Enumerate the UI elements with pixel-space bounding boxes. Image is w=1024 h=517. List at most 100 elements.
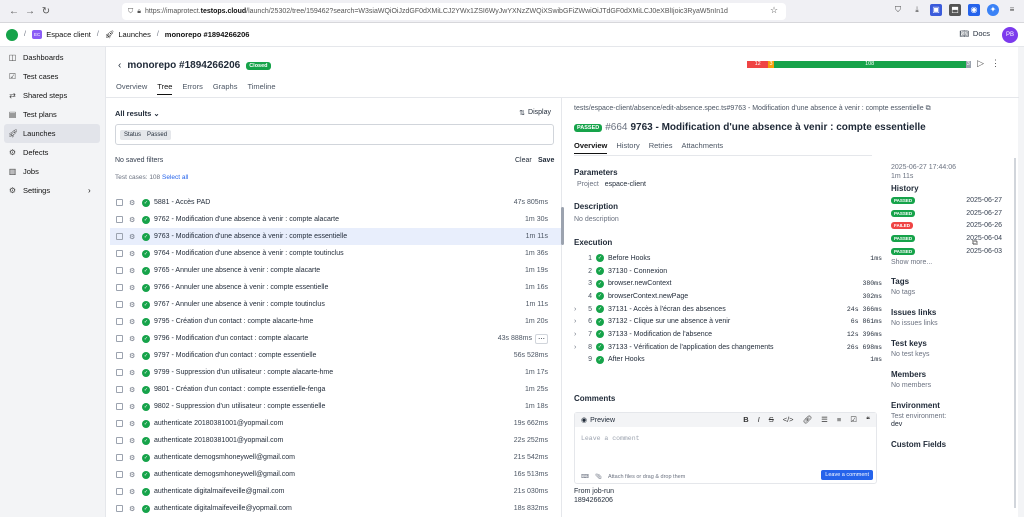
row-checkbox[interactable] xyxy=(116,250,123,257)
table-row[interactable]: ⚙ ✓ 9795 - Création d'un contact : compte … xyxy=(110,313,562,330)
row-checkbox[interactable] xyxy=(116,454,123,461)
filter-chip[interactable]: Status Passed xyxy=(120,129,172,140)
bold-icon[interactable]: B xyxy=(743,415,748,424)
sidebar-item-settings[interactable]: ⚙ Settings › xyxy=(4,181,100,200)
row-checkbox[interactable] xyxy=(116,420,123,427)
row-checkbox[interactable] xyxy=(116,233,123,240)
quote-icon[interactable]: ❝ xyxy=(866,415,870,424)
pocket-icon[interactable]: ⛉ xyxy=(892,4,904,16)
row-checkbox[interactable] xyxy=(116,318,123,325)
tab-errors[interactable]: Errors xyxy=(182,82,202,95)
checklist-icon[interactable]: ☑ xyxy=(850,415,857,424)
table-row[interactable]: ⚙ ✓ authenticate demogsmhoneywell@gmail.co… xyxy=(110,466,562,483)
detail-tab-retries[interactable]: Retries xyxy=(649,141,673,154)
table-row[interactable]: ⚙ ✓ authenticate digitalmaifeveille@gmail.… xyxy=(110,483,562,500)
forward-icon[interactable]: → xyxy=(22,6,38,17)
back-arrow-icon[interactable]: ‹ xyxy=(118,60,121,71)
table-row[interactable]: ⚙ ✓ authenticate 20180381001@yopmail.com 19… xyxy=(110,415,562,432)
sidebar-item-jobs[interactable]: ▥ Jobs xyxy=(4,162,100,181)
rerun-icon[interactable]: ▷ xyxy=(977,58,984,69)
row-checkbox[interactable] xyxy=(116,386,123,393)
display-button[interactable]: ⇅ Display xyxy=(519,109,551,117)
table-row[interactable]: ⚙ ✓ 5881 - Accès PAD 47s 805ms xyxy=(110,194,562,211)
table-row[interactable]: ⚙ ✓ 9802 - Suppression d'un utilisateur : … xyxy=(110,398,562,415)
history-item[interactable]: PASSED 2025-06-27 xyxy=(891,207,1002,220)
expand-arrow-icon[interactable]: › xyxy=(574,344,582,351)
tab-tree[interactable]: Tree xyxy=(157,82,173,95)
leave-comment-button[interactable]: Leave a comment xyxy=(821,470,873,480)
table-row[interactable]: ⚙ ✓ 9797 - Modification d'un contact : com… xyxy=(110,347,562,364)
sidebar-item-launches[interactable]: 🚀︎ Launches xyxy=(4,124,100,143)
reload-icon[interactable]: ↻ xyxy=(38,6,54,17)
paperclip-icon[interactable]: 📎︎ xyxy=(595,474,602,480)
table-row[interactable]: ⚙ ✓ 9801 - Création d'un contact : compte … xyxy=(110,381,562,398)
preview-tab[interactable]: Preview xyxy=(590,417,615,424)
table-row[interactable]: ⚙ ✓ 9767 - Annuler une absence à venir : c… xyxy=(110,296,562,313)
italic-icon[interactable]: I xyxy=(758,415,760,424)
table-row[interactable]: ⚙ ✓ 9764 - Modification d'une absence à ve… xyxy=(110,245,562,262)
table-row[interactable]: ⚙ ✓ authenticate demogsmhoneywell@gmail.co… xyxy=(110,449,562,466)
numbered-list-icon[interactable]: ≡ xyxy=(837,415,841,424)
row-menu-icon[interactable]: ⋯ xyxy=(535,333,548,344)
table-row[interactable]: ⚙ ✓ 9796 - Modification d'un contact : com… xyxy=(110,330,562,347)
copy-icon[interactable]: ⧉ xyxy=(926,105,931,112)
sidebar-item-shared-steps[interactable]: ⇄ Shared steps xyxy=(4,86,100,105)
execution-step[interactable]: › 5 ✓ 37131 - Accès à l'écran des absences 2… xyxy=(574,303,882,316)
table-row[interactable]: ⚙ ✓ 9766 - Annuler une absence à venir : c… xyxy=(110,279,562,296)
history-item[interactable]: PASSED 2025-06-04 xyxy=(891,232,1002,245)
row-checkbox[interactable] xyxy=(116,267,123,274)
row-checkbox[interactable] xyxy=(116,216,123,223)
history-item[interactable]: PASSED 2025-06-03 xyxy=(891,245,1002,258)
scrollbar[interactable] xyxy=(1014,158,1016,508)
menu-icon[interactable]: ≡ xyxy=(1006,4,1018,16)
save-button[interactable]: Save xyxy=(538,157,554,164)
sidebar-item-test-cases[interactable]: ☑ Test cases xyxy=(4,67,100,86)
back-icon[interactable]: ← xyxy=(6,6,22,17)
docs-link[interactable]: 📖︎ Docs xyxy=(959,29,990,38)
download-icon[interactable]: ⤓ xyxy=(911,4,923,16)
execution-step[interactable]: 1 ✓ Before Hooks 1ms xyxy=(574,252,882,265)
extension-icon[interactable]: ▣ xyxy=(930,4,942,16)
table-row[interactable]: ⚙ ✓ 9799 - Suppression d'un utilisateur : … xyxy=(110,364,562,381)
expand-arrow-icon[interactable]: › xyxy=(574,306,582,313)
progress-segment[interactable]: 3 xyxy=(965,61,971,68)
execution-step[interactable]: › 6 ✓ 37132 - Clique sur une absence à veni… xyxy=(574,315,882,328)
bookmark-star-icon[interactable]: ☆ xyxy=(770,5,778,16)
row-checkbox[interactable] xyxy=(116,369,123,376)
row-checkbox[interactable] xyxy=(116,488,123,495)
avatar[interactable]: PB xyxy=(1002,27,1018,43)
clear-button[interactable]: Clear xyxy=(515,157,532,164)
tab-graphs[interactable]: Graphs xyxy=(213,82,238,95)
row-checkbox[interactable] xyxy=(116,335,123,342)
more-icon[interactable]: ⋮ xyxy=(991,58,1000,69)
breadcrumb-project[interactable]: EC Espace client xyxy=(31,30,91,39)
extension-icon[interactable]: ◉ xyxy=(968,4,980,16)
execution-step[interactable]: › 7 ✓ 37133 - Modification de l'absence 12s … xyxy=(574,328,882,341)
expand-arrow-icon[interactable]: › xyxy=(574,331,582,338)
row-checkbox[interactable] xyxy=(116,301,123,308)
app-logo-icon[interactable] xyxy=(6,28,18,41)
code-icon[interactable]: </> xyxy=(783,415,794,424)
row-checkbox[interactable] xyxy=(116,352,123,359)
execution-step[interactable]: › 8 ✓ 37133 - Vérification de l'application… xyxy=(574,341,882,354)
row-checkbox[interactable] xyxy=(116,505,123,512)
progress-segment[interactable]: 12 xyxy=(747,61,769,68)
strike-icon[interactable]: S xyxy=(769,415,774,424)
table-row[interactable]: ⚙ ✓ authenticate digitalmaifeveille@yopmai… xyxy=(110,500,562,517)
comment-input[interactable]: Leave a comment xyxy=(575,427,876,450)
table-row[interactable]: ⚙ ✓ authenticate 20180381001@yopmail.com 22… xyxy=(110,432,562,449)
row-checkbox[interactable] xyxy=(116,403,123,410)
breadcrumb-launches[interactable]: 🚀︎ Launches xyxy=(105,30,151,39)
execution-step[interactable]: 4 ✓ browserContext.newPage 302ms xyxy=(574,290,882,303)
tab-overview[interactable]: Overview xyxy=(116,82,147,95)
table-row[interactable]: ⚙ ✓ 9763 - Modification d'une absence à ve… xyxy=(110,228,562,245)
results-select[interactable]: All results ⌄ xyxy=(115,109,160,118)
bullet-list-icon[interactable]: ☰ xyxy=(821,415,828,424)
row-checkbox[interactable] xyxy=(116,284,123,291)
row-checkbox[interactable] xyxy=(116,199,123,206)
url-bar[interactable]: ⛉ 🔒︎ https://imaprotect. testops.cloud/la… xyxy=(122,3,786,20)
extension-icon[interactable]: ⬒ xyxy=(949,4,961,16)
row-checkbox[interactable] xyxy=(116,437,123,444)
history-item[interactable]: PASSED 2025-06-27 xyxy=(891,194,1002,207)
select-all-link[interactable]: Select all xyxy=(162,174,188,181)
